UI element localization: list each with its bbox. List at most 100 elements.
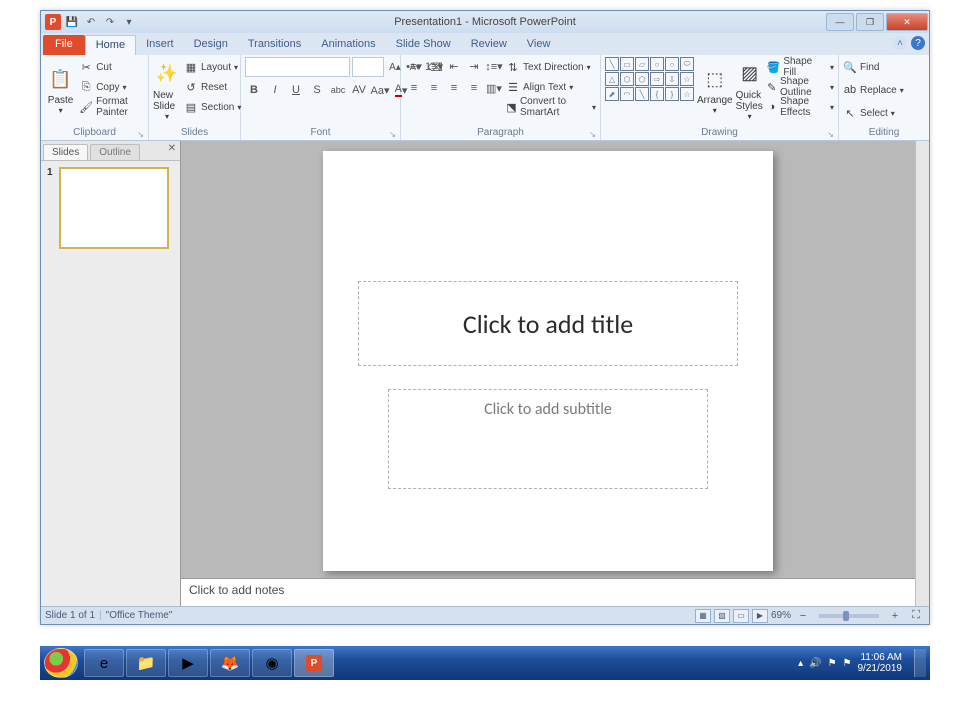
fit-to-window-icon[interactable]: ⛶ <box>907 607 925 625</box>
copy-button[interactable]: ⎘Copy▾ <box>79 77 144 97</box>
paragraph-launcher-icon[interactable]: ↘ <box>589 130 596 139</box>
tab-design[interactable]: Design <box>184 35 238 55</box>
taskbar-clock[interactable]: 11:06 AM 9/21/2019 <box>858 652 903 674</box>
shape-outline-button[interactable]: ✎Shape Outline▾ <box>767 77 834 97</box>
line-spacing-icon[interactable]: ↕≡▾ <box>485 57 503 75</box>
taskbar-firefox-icon[interactable]: 🦊 <box>210 649 250 677</box>
taskbar-media-icon[interactable]: ▶ <box>168 649 208 677</box>
redo-icon[interactable]: ↷ <box>102 14 118 30</box>
tab-transitions[interactable]: Transitions <box>238 35 311 55</box>
slide-canvas[interactable]: Click to add title Click to add subtitle <box>181 141 915 578</box>
qat-dropdown-icon[interactable]: ▾ <box>121 14 137 30</box>
slide-thumbnail[interactable]: 1 <box>47 167 174 249</box>
font-size-input[interactable] <box>352 57 384 77</box>
text-direction-button[interactable]: ⇅Text Direction▾ <box>506 57 596 77</box>
start-button[interactable] <box>44 648 78 678</box>
maximize-button[interactable]: ❐ <box>856 13 884 31</box>
font-launcher-icon[interactable]: ↘ <box>389 130 396 139</box>
reading-view-icon[interactable]: ▭ <box>733 609 749 623</box>
justify-icon[interactable]: ≡ <box>465 79 483 97</box>
tray-up-icon[interactable]: ▴ <box>798 658 803 669</box>
close-button[interactable]: ✕ <box>886 13 928 31</box>
show-desktop-button[interactable] <box>914 649 926 677</box>
clipboard-launcher-icon[interactable]: ↘ <box>137 130 144 139</box>
columns-icon[interactable]: ▥▾ <box>485 79 503 97</box>
align-text-button[interactable]: ☰Align Text▾ <box>506 77 596 97</box>
new-slide-button[interactable]: ✨ New Slide ▾ <box>153 57 181 123</box>
sorter-view-icon[interactable]: ▨ <box>714 609 730 623</box>
taskbar-powerpoint-icon[interactable]: P <box>294 649 334 677</box>
decrease-indent-icon[interactable]: ⇤ <box>445 57 463 75</box>
save-icon[interactable]: 💾 <box>64 14 80 30</box>
align-right-icon[interactable]: ≡ <box>445 79 463 97</box>
bold-icon[interactable]: B <box>245 81 263 99</box>
undo-icon[interactable]: ↶ <box>83 14 99 30</box>
change-case-icon[interactable]: Aa▾ <box>371 81 389 99</box>
replace-button[interactable]: abReplace▾ <box>843 80 904 100</box>
section-button[interactable]: ▤Section▾ <box>184 97 241 117</box>
theme-name: "Office Theme" <box>106 610 173 621</box>
minimize-ribbon-icon[interactable]: ˄ <box>893 36 907 50</box>
notes-placeholder: Click to add notes <box>189 583 284 597</box>
paste-button[interactable]: 📋 Paste ▾ <box>45 57 76 123</box>
tray-network-icon[interactable]: ⚑ <box>828 658 837 669</box>
shape-effects-button[interactable]: ◑Shape Effects▾ <box>767 97 834 117</box>
tab-insert[interactable]: Insert <box>136 35 184 55</box>
slides-tab[interactable]: Slides <box>43 144 88 160</box>
reset-button[interactable]: ↺Reset <box>184 77 241 97</box>
select-button[interactable]: ↖Select▾ <box>843 103 895 123</box>
tray-action-icon[interactable]: ⚑ <box>843 658 852 669</box>
taskbar-explorer-icon[interactable]: 📁 <box>126 649 166 677</box>
text-direction-icon: ⇅ <box>506 60 520 74</box>
find-button[interactable]: 🔍Find <box>843 57 879 77</box>
layout-button[interactable]: ▦Layout▾ <box>184 57 241 77</box>
shapes-gallery[interactable]: ╲▭▱○○⬭ △⬡⬠⇨⇩☆ ⬈◠╲{ }☆ <box>605 57 694 101</box>
italic-icon[interactable]: I <box>266 81 284 99</box>
drawing-launcher-icon[interactable]: ↘ <box>827 130 834 139</box>
bullets-icon[interactable]: •≡▾ <box>405 57 423 75</box>
workspace: Slides Outline ✕ 1 Click to add title Cl… <box>41 141 929 606</box>
zoom-out-icon[interactable]: − <box>794 607 812 625</box>
statusbar: Slide 1 of 1 | "Office Theme" ▦ ▨ ▭ ▶ 69… <box>41 606 929 624</box>
tab-home[interactable]: Home <box>85 35 136 55</box>
numbering-icon[interactable]: 1≡▾ <box>425 57 443 75</box>
notes-pane[interactable]: Click to add notes <box>181 578 915 606</box>
quick-styles-button[interactable]: ▨Quick Styles▾ <box>736 57 764 123</box>
format-painter-button[interactable]: 🖌Format Painter <box>79 97 144 117</box>
outline-tab[interactable]: Outline <box>90 144 140 160</box>
strike-icon[interactable]: S <box>308 81 326 99</box>
window-controls: — ❐ ✕ <box>825 12 929 32</box>
tray-volume-icon[interactable]: 🔊 <box>809 658 821 669</box>
underline-icon[interactable]: U <box>287 81 305 99</box>
increase-indent-icon[interactable]: ⇥ <box>465 57 483 75</box>
subtitle-placeholder[interactable]: Click to add subtitle <box>388 389 708 489</box>
tab-review[interactable]: Review <box>461 35 517 55</box>
help-icon[interactable]: ? <box>911 36 925 50</box>
file-tab[interactable]: File <box>43 35 85 55</box>
layout-icon: ▦ <box>184 60 198 74</box>
cut-button[interactable]: ✂Cut <box>79 57 144 77</box>
char-spacing-icon[interactable]: AV <box>350 81 368 99</box>
align-left-icon[interactable]: ≡ <box>405 79 423 97</box>
normal-view-icon[interactable]: ▦ <box>695 609 711 623</box>
convert-smartart-button[interactable]: ⬔Convert to SmartArt▾ <box>506 97 596 117</box>
slideshow-view-icon[interactable]: ▶ <box>752 609 768 623</box>
taskbar-chrome-icon[interactable]: ◉ <box>252 649 292 677</box>
vertical-scrollbar[interactable] <box>915 141 929 606</box>
tab-view[interactable]: View <box>517 35 561 55</box>
align-center-icon[interactable]: ≡ <box>425 79 443 97</box>
format-painter-icon: 🖌 <box>79 100 93 114</box>
thumb-preview <box>59 167 169 249</box>
panel-close-icon[interactable]: ✕ <box>168 143 176 154</box>
taskbar-ie-icon[interactable]: e <box>84 649 124 677</box>
font-name-input[interactable] <box>245 57 350 77</box>
arrange-button[interactable]: ⬚Arrange▾ <box>697 57 733 123</box>
title-placeholder[interactable]: Click to add title <box>358 281 738 366</box>
tab-slideshow[interactable]: Slide Show <box>386 35 461 55</box>
zoom-slider[interactable] <box>819 614 879 618</box>
zoom-in-icon[interactable]: + <box>886 607 904 625</box>
shape-fill-button[interactable]: 🪣Shape Fill▾ <box>767 57 834 77</box>
minimize-button[interactable]: — <box>826 13 854 31</box>
shadow-icon[interactable]: abc <box>329 81 347 99</box>
tab-animations[interactable]: Animations <box>311 35 385 55</box>
